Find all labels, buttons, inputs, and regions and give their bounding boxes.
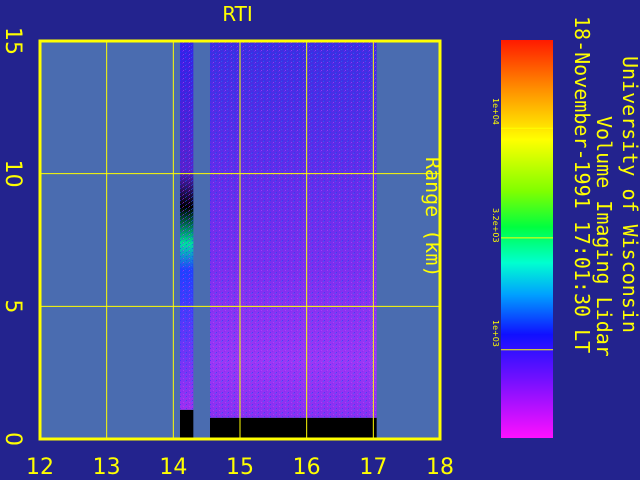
y-tick-label: 10 xyxy=(0,160,25,188)
x-tick-label: 12 xyxy=(26,455,54,480)
data-block-0-texture xyxy=(180,41,194,410)
y-tick-label: 15 xyxy=(0,27,25,55)
x-tick-label: 16 xyxy=(293,455,321,480)
y-tick-labels: 0 5 10 15 xyxy=(0,27,25,446)
x-tick-labels: 12 13 14 15 16 17 18 xyxy=(26,455,454,480)
y-axis-label: Range (km) xyxy=(421,157,445,278)
x-tick-label: 17 xyxy=(359,455,387,480)
rti-chart: 12 13 14 15 16 17 18 0 5 10 15 xyxy=(0,27,553,480)
x-tick-label: 13 xyxy=(93,455,121,480)
x-tick-label: 18 xyxy=(426,455,454,480)
data-block-1-blank xyxy=(210,417,377,439)
colorbar xyxy=(501,40,553,438)
colorbar-tick-label: 1e+04 xyxy=(491,98,500,126)
colorbar-tick-label: 1e+03 xyxy=(491,319,500,347)
chart-title: RTI xyxy=(222,2,253,26)
caption-institution: University of Wisconsin xyxy=(618,56,640,333)
data-block-0-blank xyxy=(180,409,194,439)
caption-instrument: Volume Imaging Lidar xyxy=(592,116,616,357)
caption-datetime: 18-November-1991 17:01:30 LT xyxy=(570,16,594,354)
x-tick-label: 14 xyxy=(159,455,187,480)
x-tick-label: 15 xyxy=(226,455,254,480)
colorbar-tick-label: 3.2e+03 xyxy=(491,207,500,243)
data-block-1-texture xyxy=(210,41,377,418)
y-tick-label: 5 xyxy=(0,299,25,313)
y-tick-label: 0 xyxy=(0,432,25,446)
